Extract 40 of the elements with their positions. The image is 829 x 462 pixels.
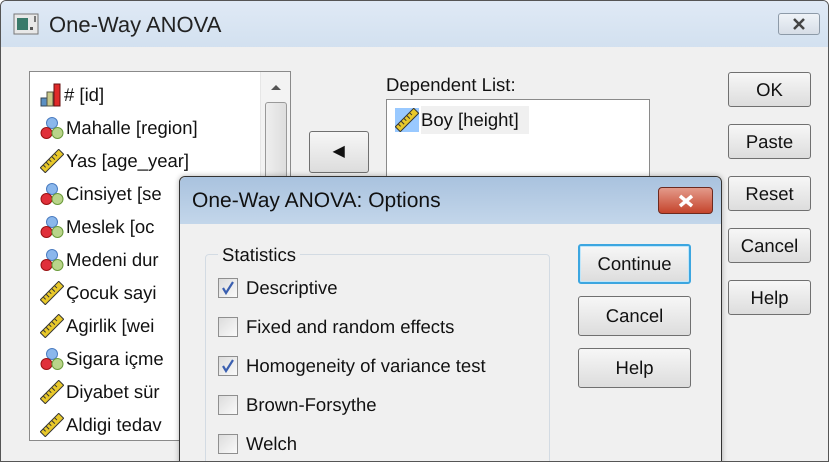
dialog-button[interactable]: Paste [728, 124, 811, 159]
list-item[interactable]: Cinsiyet [se [66, 180, 162, 208]
list-item[interactable]: Agirlik [wei [66, 312, 154, 340]
window-icon [13, 13, 39, 35]
dialog-button[interactable]: Help [578, 348, 691, 388]
list-item[interactable]: Çocuk sayi [66, 278, 156, 306]
list-item[interactable]: Meslek [oc [66, 212, 154, 240]
ruler-icon [395, 108, 419, 132]
dialog-button[interactable]: Continue [578, 244, 691, 284]
bar-chart-icon [40, 82, 62, 106]
checkbox[interactable] [218, 278, 238, 298]
checkbox[interactable] [218, 316, 238, 336]
list-item[interactable]: Yas [age_year] [66, 146, 190, 174]
dialog-button[interactable]: OK [728, 72, 811, 107]
close-button[interactable] [658, 187, 713, 214]
dialog-button[interactable]: Cancel [728, 228, 811, 263]
list-item[interactable]: Diyabet sür [66, 378, 160, 406]
list-item[interactable]: Boy [height] [421, 106, 529, 134]
list-item[interactable]: # [id] [64, 80, 104, 108]
list-item[interactable]: Aldigi tedav [66, 410, 162, 438]
close-button[interactable] [778, 13, 820, 35]
balls-icon [40, 182, 64, 206]
move-button[interactable]: ◀ [308, 131, 368, 173]
balls-icon [40, 346, 64, 370]
dialog-button[interactable]: Cancel [578, 296, 691, 336]
balls-icon [40, 248, 64, 272]
window-title: One-Way ANOVA [49, 10, 222, 39]
close-icon[interactable] [791, 18, 807, 30]
field-label: Dependent List: [386, 73, 517, 97]
balls-icon [40, 116, 64, 140]
balls-icon [40, 214, 64, 238]
checkbox[interactable] [218, 394, 238, 414]
scroll-up-icon[interactable] [270, 83, 282, 91]
checkbox[interactable] [218, 434, 238, 454]
list-item[interactable]: Sigara içme [66, 344, 164, 372]
list-item[interactable]: Medeni dur [66, 246, 159, 274]
dialog-button[interactable]: Help [728, 280, 811, 315]
dialog-button[interactable]: Reset [728, 176, 811, 211]
list-item[interactable]: Mahalle [region] [66, 114, 198, 142]
checkbox[interactable] [218, 356, 238, 376]
